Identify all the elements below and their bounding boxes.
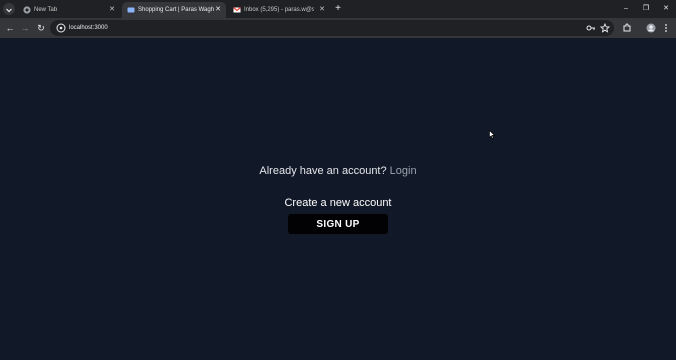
login-prompt-text: Already have an account? <box>259 165 387 177</box>
password-key-icon[interactable] <box>586 23 596 33</box>
reload-button[interactable]: ↻ <box>35 22 47 34</box>
login-prompt: Already have an account? Login <box>0 163 676 179</box>
close-tab-icon[interactable]: ✕ <box>214 2 222 18</box>
tab-strip: New Tab ✕ Shopping Cart | Paras Waghela … <box>0 0 676 18</box>
site-info-icon[interactable] <box>56 23 66 33</box>
chevron-down-icon <box>6 8 12 13</box>
sign-up-button[interactable]: SIGN UP <box>288 214 388 234</box>
address-bar[interactable]: localhost:3000 <box>50 20 614 36</box>
tab-gmail-inbox[interactable]: Inbox (5,295) - paras.w@scms... ✕ <box>228 2 330 18</box>
extensions-icon[interactable] <box>622 23 632 33</box>
close-tab-icon[interactable]: ✕ <box>318 2 326 18</box>
bookmark-star-icon[interactable] <box>600 23 610 33</box>
tab-title: Shopping Cart | Paras Waghela <box>138 7 214 13</box>
page-favicon-icon <box>127 7 135 13</box>
back-button[interactable]: ← <box>4 22 16 34</box>
tab-title: New Tab <box>34 7 58 13</box>
new-tab-button[interactable]: + <box>333 3 343 15</box>
tab-new-tab[interactable]: New Tab ✕ <box>18 2 120 18</box>
forward-button[interactable]: → <box>19 22 31 34</box>
more-menu-icon[interactable] <box>661 23 671 33</box>
browser-toolbar: ← → ↻ localhost:3000 <box>0 18 676 38</box>
tab-search-button[interactable] <box>3 3 15 15</box>
page-content: Already have an account? Login Create a … <box>0 38 676 360</box>
create-account-text: Create a new account <box>284 197 392 209</box>
mouse-cursor-icon <box>489 130 495 139</box>
close-tab-icon[interactable]: ✕ <box>108 2 116 18</box>
minimize-button[interactable]: – <box>619 3 633 15</box>
profile-avatar-icon[interactable] <box>646 23 656 33</box>
maximize-button[interactable]: ❐ <box>639 3 653 15</box>
url-text[interactable]: localhost:3000 <box>69 20 108 36</box>
login-link[interactable]: Login <box>390 165 417 177</box>
gmail-icon <box>233 7 241 13</box>
tab-shopping-cart[interactable]: Shopping Cart | Paras Waghela ✕ <box>122 2 226 18</box>
chrome-icon <box>23 6 31 14</box>
tab-title: Inbox (5,295) - paras.w@scms... <box>244 7 314 13</box>
close-window-button[interactable]: ✕ <box>659 3 673 15</box>
